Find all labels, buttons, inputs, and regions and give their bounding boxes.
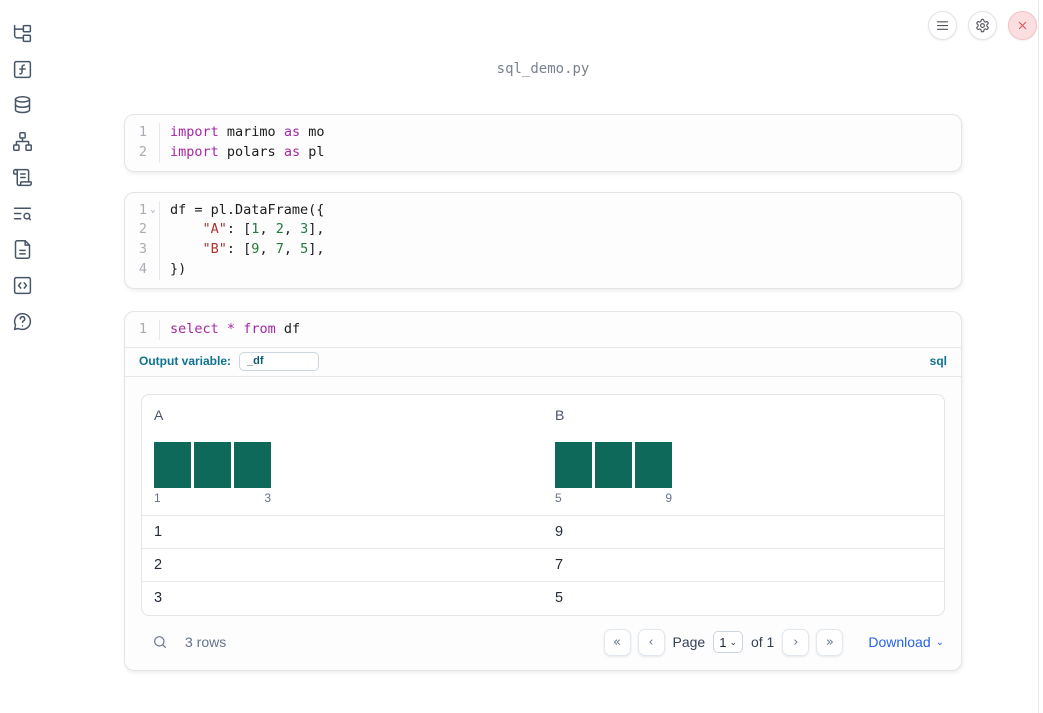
code-line[interactable]: 4}) — [125, 259, 961, 280]
hist-min-label: 5 — [555, 490, 562, 505]
chevron-down-icon: ⌄ — [729, 636, 737, 647]
function-icon[interactable] — [11, 58, 33, 80]
table-footer: 3 rows « ‹ Page 1 ⌄ of 1 › » Download ⌄ — [141, 616, 945, 658]
column-header-a[interactable]: A 1 3 — [142, 395, 543, 515]
code-text: }) — [159, 259, 961, 280]
fold-chevron-icon — [147, 220, 159, 240]
rows-count: 3 rows — [185, 634, 227, 651]
table-cell: 5 — [555, 590, 564, 607]
sql-code-editor[interactable]: 1 select * from df — [125, 312, 961, 348]
code-line[interactable]: 1 import marimo as mo — [125, 123, 961, 143]
column-histogram — [555, 441, 932, 488]
line-number: 2 — [138, 143, 147, 160]
table-body: 192735 — [142, 516, 944, 615]
code-line[interactable]: 3 "B": [9, 7, 5], — [125, 240, 961, 260]
code-line[interactable]: 2 "A": [1, 2, 3], — [125, 220, 961, 241]
fold-chevron-icon — [147, 260, 159, 280]
table-row: 27 — [142, 549, 944, 582]
notebook-filename: sql_demo.py — [496, 61, 590, 77]
fold-chevron-icon — [147, 320, 159, 340]
help-icon[interactable] — [11, 310, 33, 332]
line-number: 1 — [138, 124, 147, 140]
notebook: sql_demo.py 1 import marimo as mo 2 import … — [124, 0, 962, 671]
fold-chevron-icon — [147, 143, 159, 163]
first-page-button[interactable]: « — [603, 628, 631, 656]
last-page-button[interactable]: » — [816, 628, 844, 656]
page-select-value: 1 — [719, 634, 727, 650]
hist-max-label: 9 — [665, 490, 672, 505]
fold-chevron-icon — [147, 240, 159, 260]
sql-cell: 1 select * from df Output variable: sql A… — [124, 310, 962, 671]
download-button[interactable]: Download ⌄ — [868, 634, 944, 650]
page-label: Page — [672, 634, 706, 651]
histogram-bar — [234, 441, 271, 488]
fold-chevron-icon — [147, 123, 159, 143]
output-variable-label: Output variable: — [139, 354, 232, 369]
code-text: import polars as pl — [159, 142, 961, 163]
database-icon[interactable] — [11, 94, 33, 116]
close-icon — [1018, 21, 1027, 30]
code-text: "B": [9, 7, 5], — [159, 240, 961, 260]
prev-page-button[interactable]: ‹ — [637, 628, 665, 656]
table-cell: 7 — [555, 556, 564, 573]
line-number: 4 — [138, 260, 147, 277]
table-cell: 1 — [154, 523, 163, 540]
file-tree-icon[interactable] — [11, 22, 33, 44]
settings-button[interactable] — [968, 11, 997, 40]
chevron-down-icon: ⌄ — [935, 636, 944, 648]
language-badge: sql — [929, 354, 947, 369]
code-cell-imports[interactable]: 1 import marimo as mo 2 import polars as pl — [124, 114, 962, 172]
scroll-icon[interactable] — [11, 166, 33, 188]
scrollbar-track[interactable] — [1038, 0, 1043, 713]
dependency-graph-icon[interactable] — [11, 130, 33, 152]
histogram-bar — [154, 441, 191, 488]
text-search-icon[interactable] — [11, 202, 33, 224]
code-line[interactable]: 1 ⌄ df = pl.DataFrame({ — [125, 200, 961, 221]
histogram-bar — [635, 441, 672, 488]
page-select[interactable]: 1 ⌄ — [713, 631, 743, 654]
hist-max-label: 3 — [264, 490, 271, 505]
output-variable-row: Output variable: sql — [125, 348, 961, 377]
table-row: 35 — [142, 582, 944, 615]
line-number: 1 — [138, 201, 147, 218]
search-icon — [154, 636, 166, 649]
document-icon[interactable] — [11, 238, 33, 260]
column-histogram — [154, 441, 531, 488]
shutdown-button[interactable] — [1008, 11, 1037, 40]
page-of-label: of 1 — [750, 634, 775, 651]
code-cell-dataframe[interactable]: 1 ⌄ df = pl.DataFrame({2 "A": [1, 2, 3], 3 … — [124, 191, 962, 289]
gear-icon — [976, 18, 989, 33]
code-line[interactable]: 1 select * from df — [125, 319, 961, 340]
line-number: 1 — [138, 320, 147, 337]
next-page-button[interactable]: › — [782, 628, 810, 656]
search-button[interactable] — [151, 633, 169, 651]
fold-chevron-icon[interactable]: ⌄ — [147, 201, 159, 221]
table-cell: 9 — [555, 523, 564, 540]
line-number: 2 — [138, 221, 147, 238]
table-cell: 2 — [154, 556, 163, 573]
code-text: "A": [1, 2, 3], — [159, 220, 961, 241]
column-name: B — [555, 406, 565, 423]
pagination: « ‹ Page 1 ⌄ of 1 › » Download ⌄ — [603, 628, 944, 656]
download-label: Download — [868, 634, 931, 651]
snippets-icon[interactable] — [11, 274, 33, 296]
table-header: A 1 3 B 5 9 — [142, 395, 944, 516]
code-text: import marimo as mo — [159, 123, 961, 143]
code-text: select * from df — [159, 319, 961, 340]
column-header-b[interactable]: B 5 9 — [543, 395, 944, 515]
histogram-bar — [555, 441, 592, 488]
histogram-bar — [194, 441, 231, 488]
sidebar — [0, 0, 44, 713]
code-text: df = pl.DataFrame({ — [159, 200, 961, 221]
output-variable-input[interactable] — [239, 351, 320, 371]
column-name: A — [154, 406, 164, 423]
dataframe-table: A 1 3 B 5 9 1 9 2 7 3 5 — [141, 393, 945, 616]
line-number: 3 — [138, 241, 147, 258]
table-cell: 3 — [154, 590, 163, 607]
table-output: A 1 3 B 5 9 1 9 2 7 3 5 3 rows « ‹ Page … — [125, 377, 961, 670]
hist-min-label: 1 — [154, 490, 161, 505]
table-row: 19 — [142, 516, 944, 549]
code-line[interactable]: 2 import polars as pl — [125, 142, 961, 163]
histogram-bar — [595, 441, 632, 488]
